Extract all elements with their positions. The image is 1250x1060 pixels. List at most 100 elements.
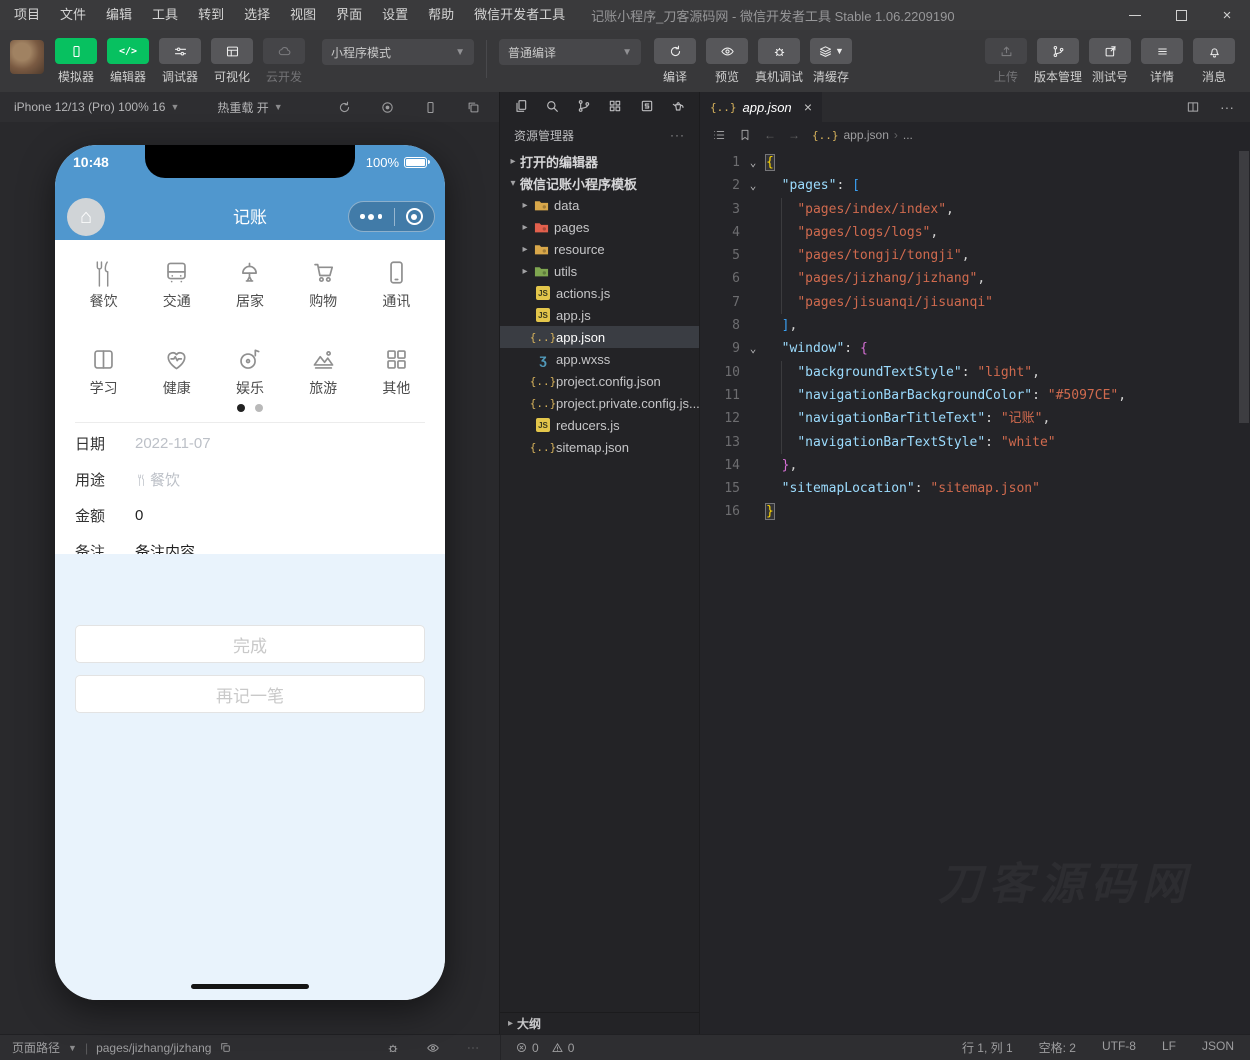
category-居家[interactable]: 居家 [213, 258, 286, 311]
tree-item-utils[interactable]: ▸ utils [500, 260, 699, 282]
windows-icon[interactable] [466, 100, 481, 115]
tree-item-sitemap.json[interactable]: {..} sitemap.json [500, 436, 699, 458]
tree-item-data[interactable]: ▸ data [500, 194, 699, 216]
toolbar-button-预览[interactable]: 预览 [703, 38, 751, 85]
category-通讯[interactable]: 通讯 [360, 258, 433, 311]
status-item-1[interactable]: 空格: 2 [1039, 1039, 1076, 1056]
status-item-2[interactable]: UTF-8 [1102, 1039, 1136, 1056]
tree-item-app.js[interactable]: JS app.js [500, 304, 699, 326]
tree-item-reducers.js[interactable]: JS reducers.js [500, 414, 699, 436]
toolbar-button-上传[interactable]: 上传 [982, 38, 1030, 85]
back-arrow-icon[interactable]: ← [764, 128, 776, 142]
record-again-button[interactable]: 再记一笔 [75, 675, 425, 713]
git-branch-icon[interactable] [576, 98, 592, 114]
device-icon[interactable] [423, 100, 438, 115]
toolbar-button-可视化[interactable]: 可视化 [208, 38, 256, 85]
forward-arrow-icon[interactable]: → [788, 128, 800, 142]
fold-chevron-icon[interactable]: ⌄ [740, 151, 766, 174]
hot-reload-toggle[interactable]: 热重载 开 [217, 99, 268, 116]
breadcrumb-file[interactable]: app.json [844, 128, 889, 142]
form-row-用途[interactable]: 用途 餐饮 [75, 461, 425, 497]
category-交通[interactable]: 交通 [140, 258, 213, 311]
menu-item-6[interactable]: 视图 [280, 0, 326, 30]
tree-item-actions.js[interactable]: JS actions.js [500, 282, 699, 304]
page-path-label[interactable]: 页面路径 [12, 1039, 60, 1056]
category-学习[interactable]: 学习 [67, 345, 140, 398]
finish-button[interactable]: 完成 [75, 625, 425, 663]
category-购物[interactable]: 购物 [287, 258, 360, 311]
eye-icon[interactable] [426, 1041, 440, 1055]
minimize-button[interactable] [1112, 0, 1158, 30]
avatar[interactable] [10, 40, 44, 74]
menu-item-7[interactable]: 界面 [326, 0, 372, 30]
list-icon[interactable] [712, 128, 726, 142]
menu-item-10[interactable]: 微信开发者工具 [464, 0, 575, 30]
code-editor[interactable]: 刀客源码网 1 ⌄{2 ⌄ "pages": [3 "pages/index/ind… [700, 148, 1250, 1034]
form-value[interactable]: 0 [135, 507, 143, 524]
page-dot-0[interactable] [237, 404, 245, 412]
category-餐饮[interactable]: 餐饮 [67, 258, 140, 311]
mode-select[interactable]: 小程序模式 ▼ [322, 39, 474, 65]
explorer-section-1[interactable]: ▾ 微信记账小程序模板 [500, 172, 699, 194]
breadcrumb-more[interactable]: ... [903, 128, 913, 142]
form-value[interactable]: 2022-11-07 [135, 435, 211, 452]
tree-item-app.json[interactable]: {..} app.json [500, 326, 699, 348]
toolbar-button-版本管理[interactable]: 版本管理 [1034, 38, 1082, 85]
compile-select[interactable]: 普通编译 ▼ [499, 39, 641, 65]
capsule-menu[interactable] [348, 201, 435, 232]
menu-item-5[interactable]: 选择 [234, 0, 280, 30]
home-indicator[interactable] [191, 984, 309, 989]
page-dot-1[interactable] [255, 404, 263, 412]
category-其他[interactable]: 其他 [360, 345, 433, 398]
menu-item-0[interactable]: 项目 [4, 0, 50, 30]
form-row-金额[interactable]: 金额 0 [75, 497, 425, 533]
search-icon[interactable] [544, 98, 560, 114]
menu-item-9[interactable]: 帮助 [418, 0, 464, 30]
files-icon[interactable] [513, 98, 529, 114]
tree-item-resource[interactable]: ▸ resource [500, 238, 699, 260]
form-value[interactable]: 餐饮 [135, 469, 180, 490]
category-健康[interactable]: 健康 [140, 345, 213, 398]
close-icon[interactable]: × [804, 99, 812, 115]
maximize-button[interactable] [1158, 0, 1204, 30]
status-item-4[interactable]: JSON [1202, 1039, 1234, 1056]
close-button[interactable]: × [1204, 0, 1250, 30]
scrollbar-thumb[interactable] [1239, 151, 1249, 423]
more-icon[interactable] [466, 1041, 480, 1055]
copy-icon[interactable] [219, 1041, 232, 1054]
problems-errors[interactable]: 0 [515, 1041, 539, 1055]
more-actions-icon[interactable]: ··· [670, 128, 685, 142]
form-row-日期[interactable]: 日期 2022-11-07 [75, 425, 425, 461]
tab-app-json[interactable]: {..} app.json × [700, 92, 822, 122]
split-editor-icon[interactable] [1186, 99, 1200, 115]
menu-item-4[interactable]: 转到 [188, 0, 234, 30]
status-item-3[interactable]: LF [1162, 1039, 1176, 1056]
toolbar-button-真机调试[interactable]: 真机调试 [755, 38, 803, 85]
toolbar-button-编辑器[interactable]: </> 编辑器 [104, 38, 152, 85]
api-box-icon[interactable] [639, 98, 655, 114]
tree-item-project.private.config.js...[interactable]: {..} project.private.config.js... [500, 392, 699, 414]
outline-section[interactable]: ▸ 大纲 [500, 1012, 699, 1034]
tree-item-pages[interactable]: ▸ pages [500, 216, 699, 238]
menu-item-8[interactable]: 设置 [372, 0, 418, 30]
toolbar-button-调试器[interactable]: 调试器 [156, 38, 204, 85]
menu-item-1[interactable]: 文件 [50, 0, 96, 30]
toolbar-button-模拟器[interactable]: 模拟器 [52, 38, 100, 85]
bookmark-icon[interactable] [738, 128, 752, 142]
fold-chevron-icon[interactable]: ⌄ [740, 337, 766, 360]
kettle-icon[interactable] [670, 98, 686, 114]
tree-item-app.wxss[interactable]: ʒ app.wxss [500, 348, 699, 370]
bug-icon[interactable] [386, 1041, 400, 1055]
tree-item-project.config.json[interactable]: {..} project.config.json [500, 370, 699, 392]
record-icon[interactable] [380, 100, 395, 115]
toolbar-button-详情[interactable]: 详情 [1138, 38, 1186, 85]
explorer-section-0[interactable]: ▸ 打开的编辑器 [500, 150, 699, 172]
device-select[interactable]: iPhone 12/13 (Pro) 100% 16 [14, 100, 165, 114]
extensions-icon[interactable] [607, 98, 623, 114]
menu-item-2[interactable]: 编辑 [96, 0, 142, 30]
status-item-0[interactable]: 行 1, 列 1 [962, 1039, 1013, 1056]
editor-more-icon[interactable]: ··· [1220, 99, 1234, 115]
rotate-icon[interactable] [337, 100, 352, 115]
toolbar-button-编译[interactable]: 编译 [651, 38, 699, 85]
toolbar-button-清缓存[interactable]: ▼ 清缓存 [807, 38, 855, 85]
